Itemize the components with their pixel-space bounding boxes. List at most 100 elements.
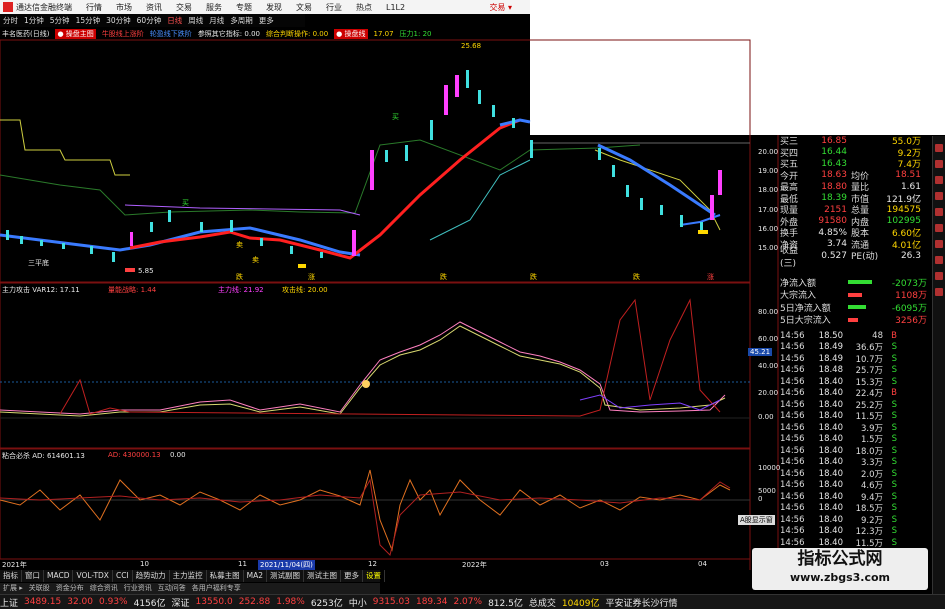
tick-list[interactable]: 14:56 18.50 48 B 14:56 18.49 36.6万 S 14:56 18.4… <box>780 330 940 549</box>
tab-test-sub[interactable]: 测试副图 <box>267 570 305 582</box>
candle <box>530 140 533 158</box>
watermark-title: 指标公式网 <box>797 549 883 569</box>
tick-price: 18.40 <box>818 411 843 422</box>
tab-related[interactable]: 关联股 <box>26 583 53 594</box>
flow-label: 5日净流入额 <box>780 303 831 314</box>
sidebar-tool-icon[interactable] <box>935 240 943 248</box>
tab-ma2[interactable]: MA2 <box>244 570 268 582</box>
tick-time: 14:56 <box>780 411 805 422</box>
tick-volume: 36.6万 <box>855 343 883 354</box>
tick-volume: 25.2万 <box>855 400 883 411</box>
flow-label: 大宗流入 <box>780 291 817 302</box>
candle <box>290 246 293 254</box>
sidebar-tool-icon[interactable] <box>935 192 943 200</box>
ind1-axis-label: 40.00 <box>758 362 779 370</box>
tick-volume: 10.7万 <box>855 354 883 365</box>
sidebar-tool-icon[interactable] <box>935 160 943 168</box>
index-name[interactable]: 中小 <box>349 596 367 609</box>
tick-row: 14:56 18.40 2.0万 S <box>780 468 940 480</box>
tick-volume: 11.5万 <box>855 538 883 549</box>
index-name[interactable]: 深证 <box>172 596 190 609</box>
ind1-axis-label: 60.00 <box>758 335 779 343</box>
tab-expand[interactable]: 扩展 ▸ <box>0 583 26 594</box>
tab-main-monitor[interactable]: 主力监控 <box>170 570 207 582</box>
tab-more[interactable]: 更多 <box>341 570 364 582</box>
tick-price: 18.49 <box>818 342 843 353</box>
tick-side: S <box>891 342 897 353</box>
tab-qa[interactable]: 互动问答 <box>155 583 189 594</box>
sidebar-tool-icon[interactable] <box>935 208 943 216</box>
tick-row: 14:56 18.40 1.5万 S <box>780 434 940 445</box>
tick-row: 14:56 18.40 18.0万 S <box>780 445 940 457</box>
quote-row: 收益(三) 0.527 PE(动) 26.3 <box>780 246 927 269</box>
quote-value: 91580 <box>818 216 847 227</box>
price-axis-label: 16.00 <box>758 225 779 233</box>
tab-industry[interactable]: 行业资讯 <box>121 583 155 594</box>
ind1-title[interactable]: 主力攻击 VAR12: 17.11 <box>2 285 80 295</box>
tick-side: S <box>891 457 897 468</box>
tick-price: 18.40 <box>818 503 843 514</box>
sidebar-tool-icon[interactable] <box>935 176 943 184</box>
candle <box>40 240 43 246</box>
tick-price: 18.40 <box>818 480 843 491</box>
tab-trend[interactable]: 趋势动力 <box>133 570 170 582</box>
candle <box>512 118 515 128</box>
tab-settings[interactable]: 设置 <box>363 570 386 582</box>
ind2-title[interactable]: 粘合必杀 AD: 614601.13 <box>2 451 85 461</box>
tick-row: 14:56 18.50 48 B <box>780 330 940 342</box>
tick-price: 18.40 <box>818 514 843 525</box>
tick-row: 14:56 18.40 9.2万 S <box>780 514 940 526</box>
tab-window[interactable]: 窗口 <box>22 570 44 582</box>
tick-volume: 15.3万 <box>855 377 883 388</box>
tab-fund-dist[interactable]: 资金分布 <box>53 583 87 594</box>
tick-time: 14:56 <box>780 342 805 353</box>
sell-signal-label: 卖 <box>252 256 259 264</box>
ind2-axis-label: 5000 <box>758 487 776 495</box>
price-axis-label: 20.00 <box>758 148 779 156</box>
tick-side: S <box>891 411 897 422</box>
tick-row: 14:56 18.40 22.4万 B <box>780 388 940 399</box>
sidebar-tool-icon[interactable] <box>935 272 943 280</box>
tab-test-main[interactable]: 测试主图 <box>304 570 342 582</box>
sidebar-tool-icon[interactable] <box>935 224 943 232</box>
tick-time: 14:56 <box>780 422 805 433</box>
sidebar-tool-icon[interactable] <box>935 144 943 152</box>
quote-value: 26.3 <box>900 250 921 261</box>
tab-news[interactable]: 综合资讯 <box>87 583 121 594</box>
ind1-line-red <box>59 298 721 417</box>
tab-private[interactable]: 私募主图 <box>207 570 244 582</box>
tick-time: 14:56 <box>780 365 805 376</box>
tab-indicator[interactable]: 指标 <box>0 570 22 582</box>
tick-price: 18.40 <box>818 399 843 410</box>
tick-side: S <box>891 353 897 364</box>
tick-side: S <box>891 526 897 537</box>
popup-label[interactable]: A股显示窗 <box>738 515 775 525</box>
index-value: 13550.0 <box>195 597 233 607</box>
index-name[interactable]: 上证 <box>0 596 18 609</box>
candle <box>598 148 601 160</box>
price-low-label: 5.85 <box>138 267 154 275</box>
tab-macd[interactable]: MACD <box>44 570 74 582</box>
day-mark: 跌 <box>440 273 447 281</box>
tick-volume: 9.4万 <box>860 492 883 503</box>
candle <box>710 195 714 220</box>
tick-price: 18.40 <box>818 445 843 456</box>
sidebar-tool-icon[interactable] <box>935 256 943 264</box>
tab-welfare[interactable]: 各用户福利专享 <box>189 583 244 594</box>
tick-volume: 18.5万 <box>855 504 883 515</box>
buy-signal-label: 买 <box>392 113 399 121</box>
tab-cci[interactable]: CCI <box>113 570 133 582</box>
date-label: 11 <box>238 560 247 568</box>
buy-signal-label: 买 <box>182 199 189 207</box>
quote-value: 18.63 <box>821 170 847 181</box>
tab-vol[interactable]: VOL-TDX <box>73 570 113 582</box>
main-chart-frame <box>0 39 751 283</box>
tick-price: 18.40 <box>818 376 843 387</box>
ma-red-line <box>129 118 521 260</box>
flow-bar <box>848 305 866 310</box>
tick-row: 14:56 18.40 9.4万 S <box>780 491 940 503</box>
tick-row: 14:56 18.40 18.5万 S <box>780 503 940 515</box>
flow-row: 大宗流入 1108万 <box>780 289 927 302</box>
sidebar-tool-icon[interactable] <box>935 288 943 296</box>
tick-volume: 11.5万 <box>855 412 883 423</box>
